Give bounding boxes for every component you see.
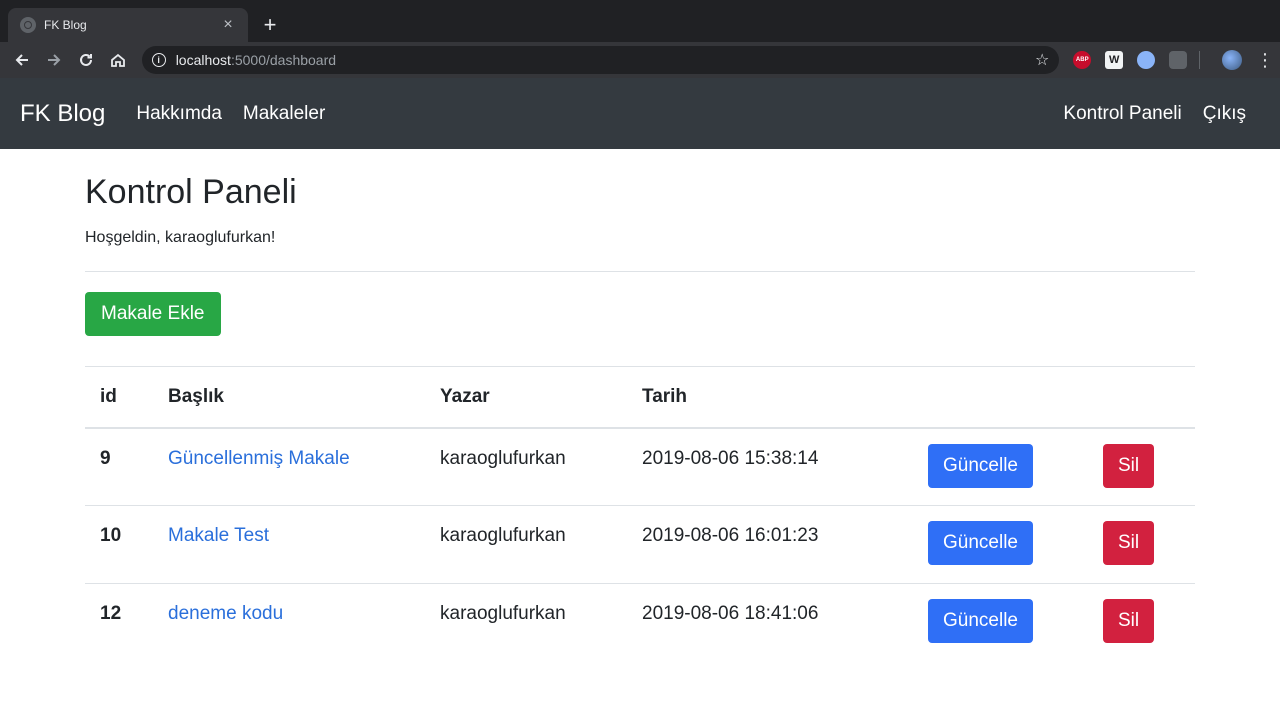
bookmark-star-icon[interactable]: ☆ [1035,50,1049,70]
row-date: 2019-08-06 16:01:23 [642,525,819,546]
browser-tabstrip: FK Blog × + [0,0,1280,42]
article-link[interactable]: Makale Test [168,525,269,546]
welcome-message: Hoşgeldin, karaoglufurkan! [85,229,276,246]
nav-link-articles[interactable]: Makaleler [243,103,325,125]
browser-toolbar: i localhost:5000/dashboard ☆ ABP W ⋮ [0,42,1280,78]
delete-button[interactable]: Sil [1103,599,1155,643]
table-row: 12 deneme kodu karaoglufurkan 2019-08-06… [85,584,1195,662]
table-row: 9 Güncellenmiş Makale karaoglufurkan 201… [85,428,1195,506]
article-link[interactable]: deneme kodu [168,603,283,624]
row-author: karaoglufurkan [440,447,566,469]
new-tab-icon[interactable]: + [258,12,282,38]
row-date: 2019-08-06 15:38:14 [642,447,819,469]
home-icon[interactable] [102,46,134,74]
row-title-cell: Güncellenmiş Makale [153,428,425,506]
browser-tab[interactable]: FK Blog × [8,8,248,42]
w-extension-icon[interactable]: W [1105,51,1124,69]
brand-logo-link[interactable]: FK Blog [20,100,105,128]
header-id: id [100,385,117,407]
address-bar[interactable]: i localhost:5000/dashboard ☆ [141,46,1060,74]
row-update-cell: Güncelle [913,506,1088,584]
table-row: 10 Makale Test karaoglufurkan 2019-08-06… [85,506,1195,584]
header-author: Yazar [440,385,490,407]
url-path: :5000/dashboard [230,52,337,68]
tab-title: FK Blog [44,18,87,32]
article-link[interactable]: Güncellenmiş Makale [168,448,350,469]
delete-button[interactable]: Sil [1103,521,1155,565]
row-id: 9 [100,447,111,469]
delete-button[interactable]: Sil [1103,443,1155,488]
row-update-cell: Güncelle [913,584,1088,662]
forward-arrow-icon[interactable] [38,46,70,74]
update-button[interactable]: Güncelle [928,599,1033,643]
add-article-button[interactable]: Makale Ekle [85,292,221,336]
divider [85,271,1195,272]
header-title: Başlık [168,385,224,407]
url-text: localhost:5000/dashboard [176,52,1035,68]
site-navbar: FK Blog Hakkımda Makaleler Kontrol Panel… [0,78,1280,149]
adblock-extension-icon[interactable]: ABP [1073,51,1092,69]
row-delete-cell: Sil [1088,428,1195,506]
update-button[interactable]: Güncelle [928,521,1033,565]
table-header-row: id Başlık Yazar Tarih [85,366,1195,428]
header-update [913,367,1088,428]
row-id: 12 [100,603,122,624]
circle-extension-icon[interactable] [1137,51,1156,69]
row-id: 10 [100,525,122,546]
globe-icon [20,17,36,33]
profile-avatar-icon[interactable] [1222,50,1243,70]
row-title-cell: deneme kodu [153,584,425,662]
navbar-right: Kontrol Paneli Çıkış [1063,103,1260,125]
row-date: 2019-08-06 18:41:06 [642,603,819,624]
row-title-cell: Makale Test [153,506,425,584]
row-update-cell: Güncelle [913,428,1088,506]
info-icon[interactable]: i [151,53,166,67]
url-host: localhost [175,52,231,68]
nav-link-logout[interactable]: Çıkış [1203,103,1246,125]
close-tab-icon[interactable]: × [220,17,236,33]
nav-link-about[interactable]: Hakkımda [136,103,222,125]
articles-table: id Başlık Yazar Tarih 9 Güncellenmiş Mak… [85,366,1195,662]
row-author: karaoglufurkan [440,603,566,624]
main-content: Kontrol Paneli Hoşgeldin, karaoglufurkan… [85,149,1195,662]
row-delete-cell: Sil [1088,506,1195,584]
header-delete [1088,367,1195,428]
row-author: karaoglufurkan [440,525,566,546]
update-button[interactable]: Güncelle [928,443,1033,488]
toolbar-divider [1199,51,1201,69]
page-title: Kontrol Paneli [85,173,297,211]
browser-menu-icon[interactable]: ⋮ [1256,51,1274,69]
back-arrow-icon[interactable] [6,46,38,74]
row-delete-cell: Sil [1088,584,1195,662]
header-date: Tarih [642,385,688,407]
reload-icon[interactable] [70,46,102,74]
nav-link-dashboard[interactable]: Kontrol Paneli [1063,103,1181,125]
pin-extension-icon[interactable] [1169,51,1188,69]
